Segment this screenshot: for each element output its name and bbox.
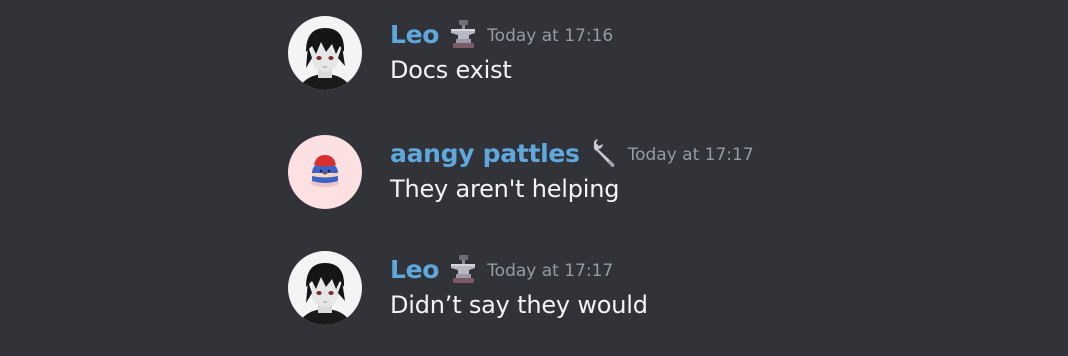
message-item: Leo Today at 17:16 Docs exist bbox=[288, 16, 1048, 96]
username[interactable]: aangy pattles bbox=[390, 139, 580, 168]
anvil-icon[interactable] bbox=[447, 252, 481, 286]
message-content: They aren't helping bbox=[390, 175, 620, 203]
wrench-icon[interactable] bbox=[588, 136, 622, 170]
message-item: Leo Today at 17:17 Didn’t say they would bbox=[288, 251, 1048, 331]
anime-boy-avatar-icon bbox=[288, 16, 362, 90]
message-timestamp[interactable]: Today at 17:17 bbox=[487, 261, 613, 281]
message-content: Didn’t say they would bbox=[390, 291, 648, 319]
message-content: Docs exist bbox=[390, 56, 512, 84]
username[interactable]: Leo bbox=[390, 255, 439, 284]
anvil-icon[interactable] bbox=[447, 17, 481, 51]
message-timestamp[interactable]: Today at 17:17 bbox=[628, 145, 754, 165]
message-header: aangy pattles Today at 17:17 bbox=[390, 135, 754, 171]
chat-messages: Leo Today at 17:16 Docs exist aangy patt… bbox=[0, 0, 1068, 356]
anime-boy-avatar-icon bbox=[288, 251, 362, 325]
avatar-leo[interactable] bbox=[288, 16, 362, 90]
avatar-leo[interactable] bbox=[288, 251, 362, 325]
username[interactable]: Leo bbox=[390, 20, 439, 49]
avatar-aangy-pattles[interactable] bbox=[288, 135, 362, 209]
message-item: aangy pattles Today at 17:17 They aren't… bbox=[288, 135, 1048, 215]
cartoon-character-avatar-icon bbox=[288, 135, 362, 209]
message-timestamp[interactable]: Today at 17:16 bbox=[487, 26, 613, 46]
message-header: Leo Today at 17:17 bbox=[390, 251, 613, 287]
message-header: Leo Today at 17:16 bbox=[390, 16, 613, 52]
